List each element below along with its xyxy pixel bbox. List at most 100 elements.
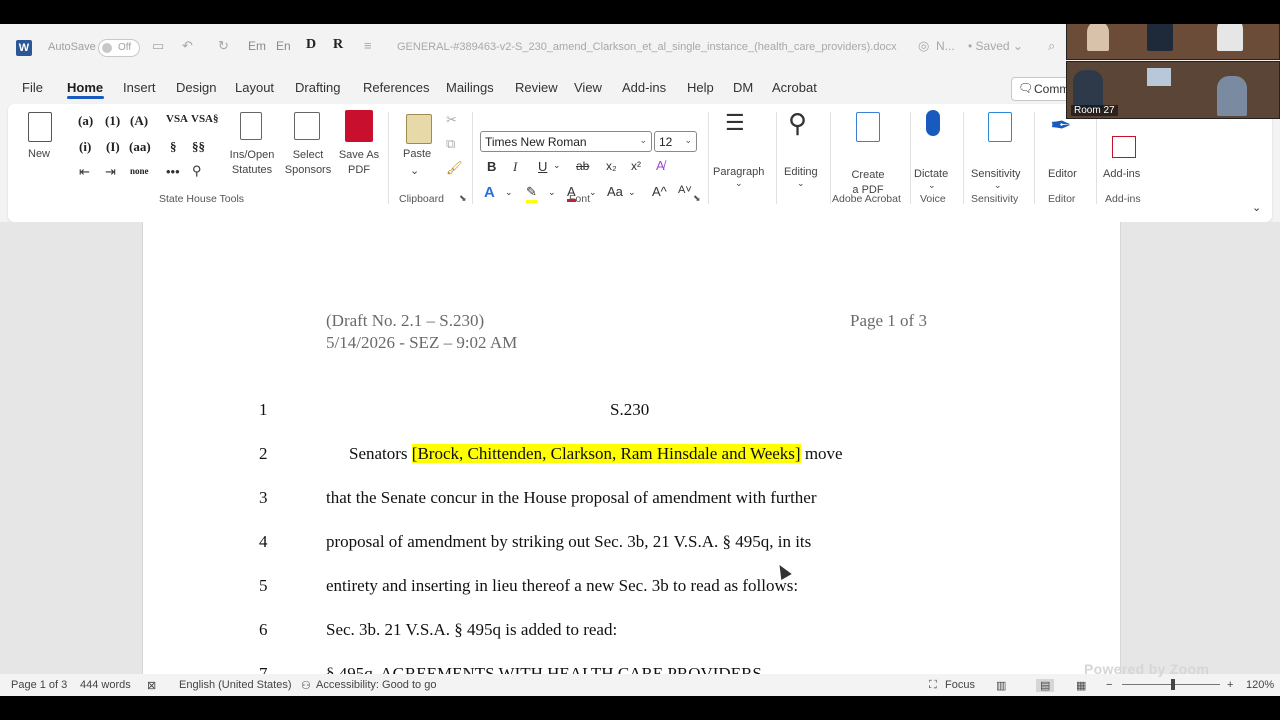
shield-icon[interactable]: ◎ <box>918 38 929 54</box>
save-icon[interactable]: ▭ <box>152 38 164 54</box>
tab-insert[interactable]: Insert <box>123 80 156 95</box>
page-count[interactable]: Page 1 of 3 <box>11 679 67 691</box>
zoom-out-icon[interactable]: − <box>1106 679 1112 691</box>
web-layout-icon[interactable]: ▦ <box>1076 679 1086 692</box>
sht-a-button[interactable]: (a) <box>78 113 93 129</box>
sht-sections-button[interactable]: §§ <box>192 139 205 155</box>
paste-icon[interactable] <box>406 114 432 144</box>
accessibility-status[interactable]: Accessibility: Good to go <box>316 679 436 691</box>
create-pdf-icon[interactable] <box>856 112 880 142</box>
italic-button[interactable]: I <box>513 159 517 175</box>
undo-icon[interactable]: ↶ <box>182 38 193 54</box>
underline-dropdown-icon[interactable]: ⌄ <box>553 160 561 171</box>
dictate-dropdown-icon[interactable]: ⌄ <box>928 180 936 191</box>
addins-grid-icon[interactable] <box>1112 136 1136 158</box>
font-launcher-icon[interactable]: ⬊ <box>693 193 701 204</box>
ins-open-statutes-button[interactable]: Ins/Open Statutes <box>227 148 277 178</box>
search-icon[interactable]: ⚲ <box>192 163 202 179</box>
text-effects-icon[interactable]: A <box>484 184 495 201</box>
separator-line-icon[interactable]: ••• <box>166 164 180 179</box>
tab-file[interactable]: File <box>22 80 43 95</box>
tab-help[interactable]: Help <box>687 80 714 95</box>
sensitivity-button[interactable]: Sensitivity <box>971 168 1021 180</box>
grow-font-icon[interactable]: A^ <box>652 184 667 199</box>
increase-indent-icon[interactable]: ⇥ <box>105 164 116 180</box>
tab-drafting[interactable]: Drafting <box>295 80 341 95</box>
find-icon[interactable]: ⚲ <box>788 108 807 139</box>
sht-none-button[interactable]: none <box>130 166 149 176</box>
proofing-icon[interactable]: ⊠ <box>147 679 156 692</box>
sensitivity-dropdown-icon[interactable]: ⌄ <box>994 180 1002 191</box>
cut-icon[interactable]: ✂ <box>446 112 457 128</box>
tab-review[interactable]: Review <box>515 80 558 95</box>
editor-button[interactable]: Editor <box>1048 168 1077 180</box>
font-color-dropdown-icon[interactable]: ⌄ <box>589 187 597 198</box>
pdf-icon[interactable] <box>345 110 373 142</box>
statutes-document-icon[interactable] <box>240 112 262 140</box>
tab-addins[interactable]: Add-ins <box>622 80 666 95</box>
em-dash-button[interactable]: Em <box>248 39 266 53</box>
dictate-button[interactable]: Dictate <box>914 168 948 180</box>
word-count[interactable]: 444 words <box>80 679 131 691</box>
sponsors-list-icon[interactable] <box>294 112 320 140</box>
tab-dm[interactable]: DM <box>733 80 753 95</box>
change-case-icon[interactable]: Aa <box>607 184 623 199</box>
paste-dropdown-icon[interactable]: ⌄ <box>410 164 419 177</box>
sht-i-button[interactable]: (i) <box>79 139 91 155</box>
bill-number[interactable]: S.230 <box>610 400 649 420</box>
bold-button[interactable]: B <box>487 159 496 174</box>
paragraph-icon[interactable]: ☰ <box>725 110 745 136</box>
clipboard-launcher-icon[interactable]: ⬊ <box>459 193 467 204</box>
collapse-ribbon-icon[interactable]: ⌄ <box>1252 201 1261 214</box>
focus-button[interactable]: Focus <box>945 679 975 691</box>
quick-r-button[interactable]: R <box>333 37 343 53</box>
tab-layout[interactable]: Layout <box>235 80 274 95</box>
copy-icon[interactable]: ⧉ <box>446 136 455 152</box>
clear-formatting-icon[interactable]: A̸ <box>656 158 665 173</box>
sht-vsa-button[interactable]: VSA <box>166 113 188 125</box>
font-size-select[interactable]: 12 ⌄ <box>654 131 697 152</box>
tab-acrobat[interactable]: Acrobat <box>772 80 817 95</box>
editing-button[interactable]: Editing <box>784 166 818 178</box>
sht-aa-button[interactable]: (aa) <box>129 139 151 155</box>
font-name-select[interactable]: Times New Roman ⌄ <box>480 131 652 152</box>
paragraph-line[interactable]: Sec. 3b. 21 V.S.A. § 495q is added to re… <box>326 620 617 640</box>
section-heading[interactable]: § 495q. AGREEMENTS WITH HEALTH CARE PROV… <box>326 664 762 674</box>
highlight-dropdown-icon[interactable]: ⌄ <box>548 187 556 198</box>
redo-icon[interactable]: ↻ <box>218 38 229 54</box>
change-case-dropdown-icon[interactable]: ⌄ <box>628 187 636 198</box>
text-effects-dropdown-icon[interactable]: ⌄ <box>505 187 513 198</box>
decrease-indent-icon[interactable]: ⇤ <box>79 164 90 180</box>
sht-I-button[interactable]: (I) <box>106 139 120 155</box>
document-canvas[interactable]: (Draft No. 2.1 – S.230) 5/14/2026 - SEZ … <box>0 222 1280 674</box>
autosave-toggle[interactable]: Off <box>98 39 140 57</box>
paragraph-line[interactable]: Senators [Brock, Chittenden, Clarkson, R… <box>349 444 843 464</box>
highlight-color-icon[interactable]: ✎ <box>526 184 537 203</box>
save-as-pdf-button[interactable]: Save As PDF <box>336 148 382 178</box>
new-button[interactable]: New <box>28 148 50 160</box>
paragraph-line[interactable]: proposal of amendment by striking out Se… <box>326 532 811 552</box>
sht-section-button[interactable]: § <box>170 139 177 155</box>
tab-references[interactable]: References <box>363 80 429 95</box>
tab-home[interactable]: Home <box>67 80 103 95</box>
addins-button[interactable]: Add-ins <box>1103 168 1140 180</box>
select-sponsors-button[interactable]: Select Sponsors <box>282 148 334 178</box>
format-painter-icon[interactable]: 🖌 <box>446 160 463 176</box>
zoom-slider-thumb[interactable] <box>1171 679 1175 690</box>
en-dash-button[interactable]: En <box>276 39 291 53</box>
print-layout-icon[interactable]: ▤ <box>1036 679 1055 692</box>
paragraph-dropdown-icon[interactable]: ⌄ <box>735 178 743 189</box>
microphone-icon[interactable] <box>926 110 940 136</box>
zoom-in-icon[interactable]: + <box>1227 679 1233 691</box>
search-icon[interactable]: ⌕ <box>1048 38 1055 54</box>
tab-design[interactable]: Design <box>176 80 216 95</box>
tab-view[interactable]: View <box>574 80 602 95</box>
subscript-button[interactable]: x₂ <box>606 159 617 173</box>
tab-mailings[interactable]: Mailings <box>446 80 494 95</box>
quick-d-button[interactable]: D <box>306 37 316 53</box>
sht-vsa-section-button[interactable]: VSA§ <box>191 113 219 125</box>
customize-icon[interactable]: ≡ <box>364 38 372 53</box>
paragraph-line[interactable]: that the Senate concur in the House prop… <box>326 488 817 508</box>
strikethrough-button[interactable]: ab <box>576 159 589 173</box>
language-status[interactable]: English (United States) <box>179 679 292 691</box>
